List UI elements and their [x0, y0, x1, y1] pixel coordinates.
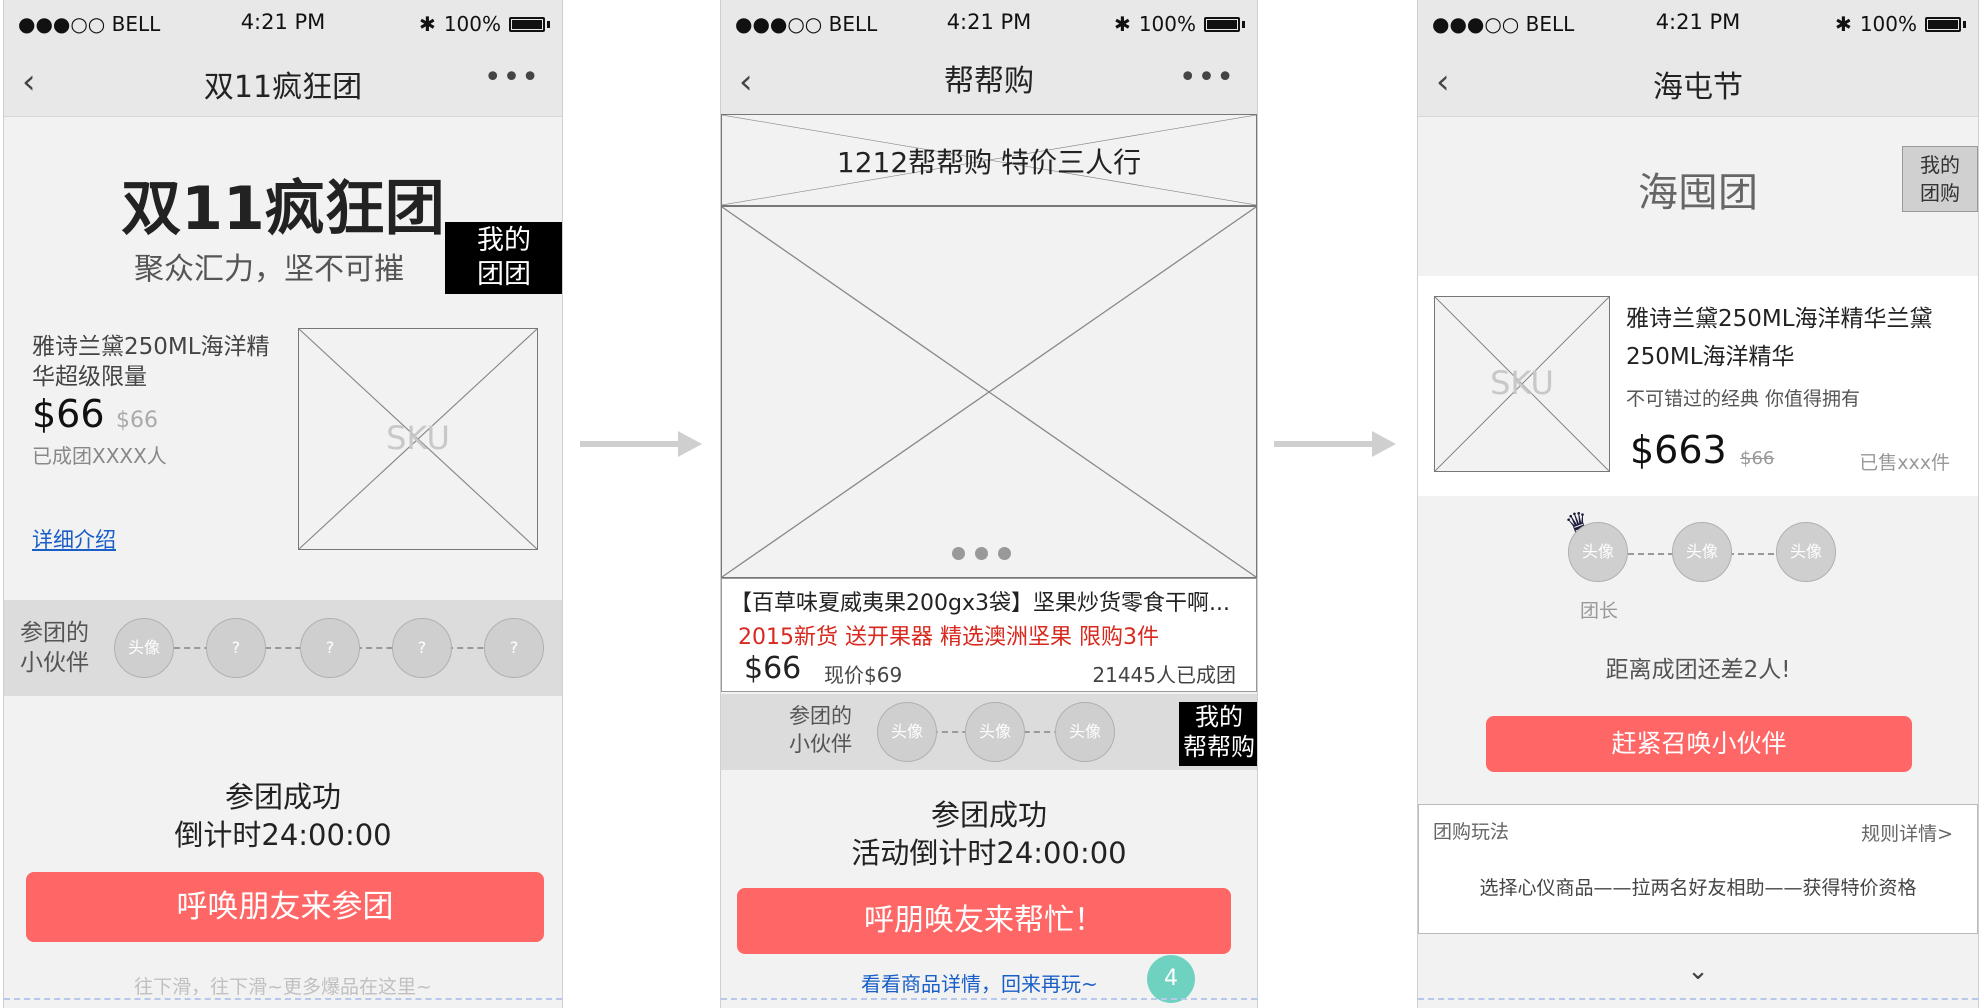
avatar-leader: 头像: [1568, 522, 1628, 582]
page-number-badge: 4: [1147, 955, 1195, 1003]
sku-placeholder-image: SKU: [1434, 296, 1610, 472]
product-detail-link[interactable]: 看看商品详情，回来再玩~: [861, 968, 1098, 997]
nav-bar: ‹ 帮帮购 •••: [721, 46, 1257, 117]
battery-indicator: ✱ 100%: [419, 12, 550, 36]
battery-indicator: ✱ 100%: [1835, 12, 1966, 36]
product-image-carousel[interactable]: [721, 206, 1257, 578]
battery-percent: 100%: [1859, 12, 1917, 36]
carousel-dots[interactable]: [952, 547, 1011, 560]
avatar-slot-5: ?: [484, 618, 544, 678]
my-help-buy-button[interactable]: 我的 帮帮购: [1179, 702, 1257, 766]
screen-crazy-group: ●●●○○ BELL 4:21 PM ✱ 100% ‹ 双11疯狂团 ••• 双…: [3, 0, 563, 1008]
product-price: $66: [744, 651, 802, 686]
avatar-slot-2: 头像: [1672, 522, 1732, 582]
countdown: 活动倒计时24:00:00: [851, 836, 1127, 870]
partners-label: 参团的 小伙伴: [789, 704, 852, 756]
partners-row: 参团的 小伙伴 头像 ? ? ? ?: [4, 600, 562, 696]
nav-bar: ‹ 海屯节: [1418, 46, 1978, 117]
screen-help-buy: ●●●○○ BELL 4:21 PM ✱ 100% ‹ 帮帮购 ••• 1212…: [720, 0, 1258, 1008]
product-name: 雅诗兰黛250ML海洋精华超级限量: [32, 334, 270, 390]
my-group-button[interactable]: 我的 团团: [445, 222, 562, 294]
product-name: 雅诗兰黛250ML海洋精华兰黛250ML海洋精华: [1626, 306, 1933, 370]
nav-bar: ‹ 双11疯狂团 •••: [4, 46, 562, 117]
join-success: 参团成功: [224, 780, 341, 814]
group-header: 海囤团: [1638, 170, 1758, 216]
status-bar: ●●●○○ BELL 4:21 PM ✱ 100%: [721, 0, 1257, 46]
product-card[interactable]: SKU 雅诗兰黛250ML海洋精华兰黛250ML海洋精华 不可错过的经典 你值得…: [1418, 276, 1978, 496]
product-price: $663: [1630, 428, 1727, 472]
flow-arrow-2: [1274, 431, 1396, 457]
joined-count: 21445人已成团: [1092, 663, 1236, 687]
battery-icon: [1204, 16, 1240, 32]
rules-detail-link[interactable]: 规则详情>: [1861, 819, 1953, 846]
battery-icon: [1925, 16, 1961, 32]
product-info-card[interactable]: 【百草味夏威夷果200gx3袋】坚果炒货零食干啊... 2015新货 送开果器 …: [721, 578, 1257, 692]
battery-icon: [509, 16, 545, 32]
avatar-slot-3: 头像: [1776, 522, 1836, 582]
rules-title: 团购玩法: [1433, 821, 1510, 843]
rules-panel: 团购玩法 规则详情> 选择心仪商品——拉两名好友相助——获得特价资格: [1418, 804, 1978, 934]
slogan: 聚众汇力，坚不可摧: [134, 252, 404, 287]
battery-percent: 100%: [443, 12, 501, 36]
avatar-slot-3: ?: [300, 618, 360, 678]
join-success: 参团成功: [930, 798, 1047, 832]
more-icon[interactable]: •••: [484, 60, 540, 95]
invite-friends-button[interactable]: 呼唤朋友来参团: [26, 872, 544, 942]
banner-text: 1212帮帮购 特价三人行: [836, 146, 1142, 179]
bluetooth-icon: ✱: [419, 12, 436, 36]
battery-indicator: ✱ 100%: [1114, 12, 1245, 36]
status-bar: ●●●○○ BELL 4:21 PM ✱ 100%: [1418, 0, 1978, 46]
product-price: $66: [32, 392, 105, 436]
countdown: 倒计时24:00:00: [174, 818, 392, 852]
flow-arrow-1: [580, 431, 702, 457]
footer-hint: 往下滑，往下滑~更多爆品在这里~: [134, 976, 432, 998]
nav-title: 双11疯狂团: [203, 70, 363, 105]
nav-title: 海屯节: [1653, 70, 1743, 105]
battery-percent: 100%: [1138, 12, 1196, 36]
status-bar: ●●●○○ BELL 4:21 PM ✱ 100%: [4, 0, 562, 46]
bluetooth-icon: ✱: [1114, 12, 1131, 36]
leader-label: 团长: [1580, 600, 1619, 622]
detail-link[interactable]: 详细介绍: [32, 524, 116, 554]
remaining-members: 距离成团还差2人!: [1605, 657, 1791, 683]
avatar-slot-1: 头像: [877, 702, 937, 762]
banner-placeholder[interactable]: 1212帮帮购 特价三人行: [721, 114, 1257, 206]
product-tagline: 不可错过的经典 你值得拥有: [1626, 388, 1861, 410]
sold-count: 已售xxx件: [1859, 452, 1950, 474]
nav-title: 帮帮购: [944, 64, 1034, 99]
sku-label: SKU: [386, 419, 450, 457]
avatar-slot-3: 头像: [1055, 702, 1115, 762]
joined-count: 已成团XXXX人: [32, 444, 167, 468]
chevron-down-icon[interactable]: ⌄: [1418, 956, 1978, 986]
partners-row: 参团的 小伙伴 头像 头像 头像: [721, 694, 1257, 770]
avatar-slot-1: 头像: [114, 618, 174, 678]
product-old-price: $66: [1740, 448, 1775, 469]
more-icon[interactable]: •••: [1179, 60, 1235, 95]
rules-text: 选择心仪商品——拉两名好友相助——获得特价资格: [1479, 877, 1917, 899]
avatar-slot-2: ?: [206, 618, 266, 678]
summon-friends-button[interactable]: 赶紧召唤小伙伴: [1486, 716, 1912, 772]
sku-label: SKU: [1490, 364, 1554, 402]
avatar-slot-4: ?: [392, 618, 452, 678]
sku-placeholder-image: SKU: [298, 328, 538, 550]
partners-label: 参团的 小伙伴: [20, 620, 89, 676]
screen-hoard-festival: ●●●○○ BELL 4:21 PM ✱ 100% ‹ 海屯节 海囤团 我的 团…: [1417, 0, 1979, 1008]
product-old-price: $66: [116, 408, 158, 433]
avatar-slot-2: 头像: [965, 702, 1025, 762]
promo-text: 2015新货 送开果器 精选澳洲坚果 限购3件: [738, 625, 1159, 650]
product-name: 【百草味夏威夷果200gx3袋】坚果炒货零食干啊...: [730, 591, 1230, 616]
ask-help-button[interactable]: 呼朋唤友来帮忙！: [737, 888, 1231, 954]
my-group-buy-button[interactable]: 我的 团购: [1902, 146, 1978, 212]
bluetooth-icon: ✱: [1835, 12, 1852, 36]
current-price: 现价$69: [824, 663, 903, 687]
